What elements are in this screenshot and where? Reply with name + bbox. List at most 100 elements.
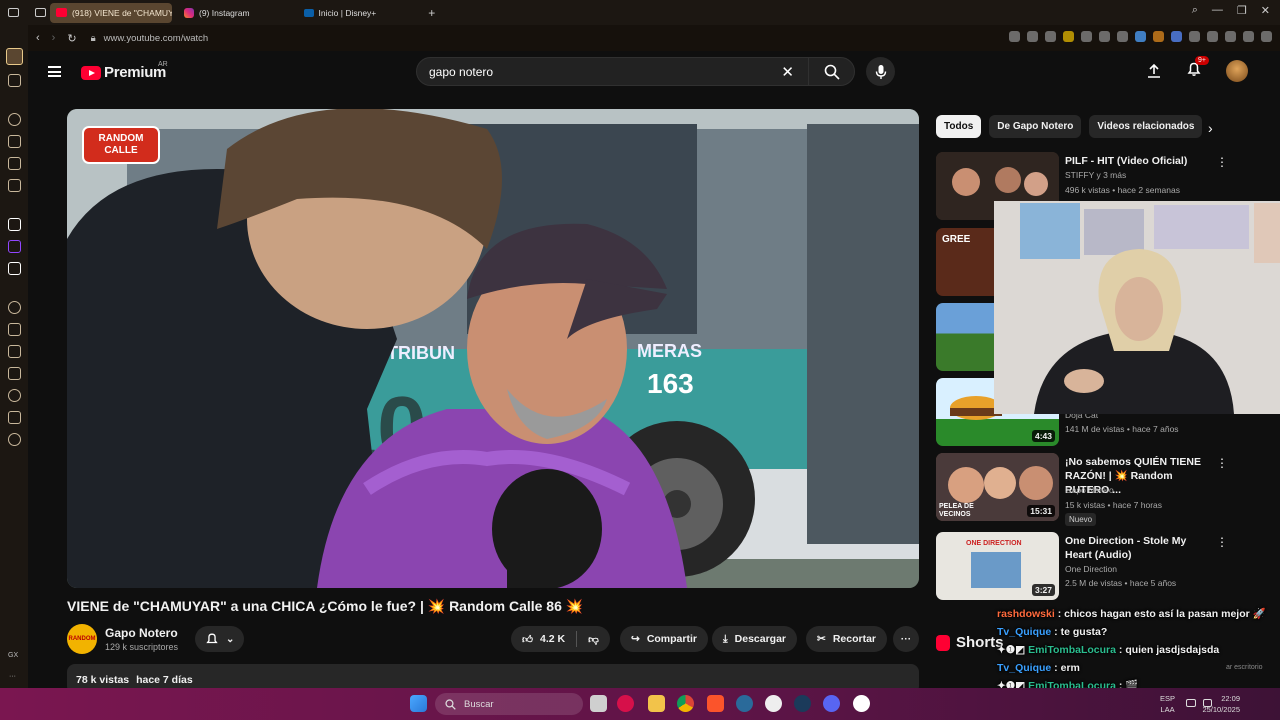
player-icon[interactable] [7,301,21,314]
bookmarks-icon[interactable] [1243,31,1254,42]
snapshot-icon[interactable] [1045,31,1056,42]
extensions-icon[interactable] [1207,31,1218,42]
tab-instagram[interactable]: (9) Instagram [178,3,256,23]
adblock-icon[interactable] [1189,31,1200,42]
search-input[interactable]: gapo notero [429,65,781,79]
forward-icon[interactable]: › [52,32,56,45]
subscribed-bell-button[interactable]: ⌄ [195,626,245,652]
taskbar-search[interactable]: Buscar [435,693,583,715]
chip-from-channel[interactable]: De Gapo Notero [989,115,1082,138]
folder-icon[interactable] [648,695,665,712]
recommendation-title[interactable]: One Direction - Stole My Heart (Audio) [1065,534,1215,562]
more-actions-button[interactable]: ··· [893,626,919,652]
apps-icon[interactable] [7,323,21,336]
heart-icon[interactable] [1117,31,1128,42]
chevron-right-icon[interactable]: › [1208,120,1213,136]
settings-icon[interactable] [7,433,21,446]
tab-disney[interactable]: Inicio | Disney+ [298,3,383,23]
clock[interactable]: 22:09 25/10/2025 [1202,693,1240,715]
tab-youtube[interactable]: (918) VIENE de "CHAMUY [50,2,172,23]
microphone-icon [875,64,886,79]
translate-icon[interactable] [1135,31,1146,42]
history-icon[interactable] [7,389,21,402]
app-icon[interactable] [736,695,753,712]
upload-icon[interactable] [1146,63,1162,79]
video-player[interactable]: TRIBUN MERAS 163 10 RANDOM CALLE [67,109,919,588]
wifi-icon[interactable] [1171,31,1182,42]
more-vertical-icon[interactable]: ⋮ [1216,535,1228,549]
bag-icon[interactable] [7,135,21,148]
download-button[interactable]: ⤓ Descargar [712,626,798,652]
voice-search-button[interactable] [866,57,895,86]
search-tabs-icon[interactable]: ⌕ [1192,4,1198,17]
like-button[interactable]: 👍︎ 4.2 K 👎︎ [511,626,610,652]
close-window-icon[interactable]: ✕ [1261,4,1270,17]
url-field[interactable]: www.youtube.com/watch [104,33,209,44]
gx-label[interactable]: GX [8,652,18,659]
vpn-icon[interactable] [1153,31,1164,42]
workspaces-icon[interactable] [8,8,19,17]
sidebar-more-icon[interactable]: ··· [9,673,16,680]
clear-icon[interactable]: ✕ [781,63,794,81]
home-icon[interactable] [5,48,23,65]
channel-name[interactable]: Gapo Notero [105,626,178,640]
channel-avatar[interactable]: RANDOM [67,624,97,654]
video-frame: TRIBUN MERAS 163 10 [67,109,919,588]
opera-icon[interactable] [617,695,634,712]
notifications-button[interactable]: 9+ [1186,55,1209,82]
video-thumbnail[interactable]: PELEA DE VECINOS 15:31 [936,453,1059,521]
shield-icon[interactable] [1063,31,1074,42]
task-view-icon[interactable] [590,695,607,712]
gamepad-icon[interactable] [7,74,21,87]
reload-icon[interactable]: ↻ [67,32,76,45]
bus-number: 163 [647,368,694,399]
restore-icon[interactable]: ❐ [1237,4,1247,17]
download-icon[interactable] [1099,31,1110,42]
menu-icon[interactable] [1261,31,1272,42]
chip-related[interactable]: Videos relacionados [1089,115,1203,138]
zoom-icon[interactable] [1009,31,1020,42]
player-icon[interactable] [1081,31,1092,42]
chip-all[interactable]: Todos [936,115,982,138]
video-thumbnail[interactable]: ONE DIRECTION 3:27 [936,532,1059,600]
windows-start-icon[interactable] [410,695,427,712]
minimize-icon[interactable]: — [1212,4,1223,17]
qbittorrent-icon[interactable] [853,695,870,712]
network-icon[interactable] [1186,699,1196,707]
discord-icon[interactable] [823,695,840,712]
messenger-icon[interactable] [7,179,21,192]
youtube-logo[interactable]: Premium AR [81,61,168,81]
steam-icon[interactable] [794,695,811,712]
recommendation-title[interactable]: PILF - HIT (Video Oficial) [1065,154,1215,168]
news-icon[interactable] [7,157,21,170]
extensions-icon[interactable] [7,411,21,424]
chat-user: Tv_Quique [997,626,1052,638]
profile-icon[interactable] [1225,31,1236,42]
speed-icon[interactable] [7,113,21,126]
language-indicator[interactable]: ESP LAA [1160,693,1175,715]
clip-button[interactable]: ✂ Recortar [806,626,887,652]
recommendation-item[interactable]: PELEA DE VECINOS 15:31 ¡No sabemos QUIÉN… [936,453,1236,526]
thumbs-up-icon: 👍︎ [522,633,533,646]
pin-icon[interactable] [1027,31,1038,42]
recommendation-item[interactable]: ONE DIRECTION 3:27 One Direction - Stole… [936,532,1236,600]
brave-icon[interactable] [707,695,724,712]
tab-switcher-icon[interactable] [35,8,46,17]
thumbs-down-icon[interactable]: 👎︎ [588,633,599,646]
back-icon[interactable]: ‹ [36,32,40,45]
x-icon[interactable] [7,262,21,275]
more-vertical-icon[interactable]: ⋮ [1216,155,1228,169]
pin-icon[interactable] [7,367,21,380]
menu-icon[interactable] [48,66,61,77]
twitch-icon[interactable] [7,240,21,253]
new-tab-button[interactable]: + [428,6,435,20]
more-vertical-icon[interactable]: ⋮ [1216,456,1228,470]
share-button[interactable]: ↪ Compartir [620,626,708,652]
search-button[interactable] [808,58,854,85]
account-avatar[interactable] [1226,60,1248,82]
chrome-icon[interactable] [677,695,694,712]
search-icon [445,698,456,710]
github-icon[interactable] [765,695,782,712]
favorites-icon[interactable] [7,345,21,358]
arc-icon[interactable] [7,218,21,231]
